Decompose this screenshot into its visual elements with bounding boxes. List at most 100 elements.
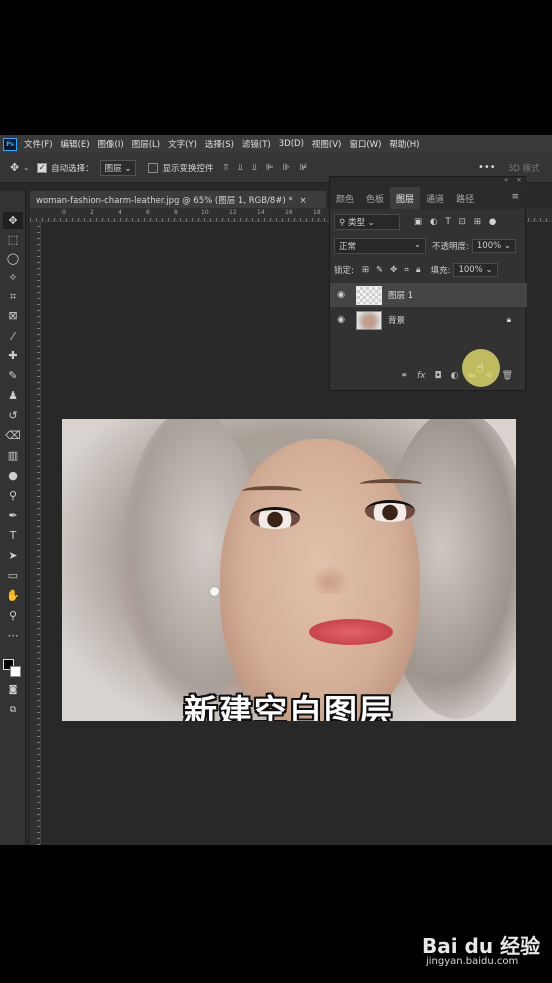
tab-color[interactable]: 颜色 xyxy=(330,187,360,209)
show-transform-checkbox[interactable] xyxy=(148,162,159,173)
menu-edit[interactable]: 编辑(E) xyxy=(61,138,90,150)
menu-bar: Ps 文件(F) 编辑(E) 图像(I) 图层(L) 文字(Y) 选择(S) 滤… xyxy=(0,135,552,153)
screen-mode-icon[interactable]: ⧉ xyxy=(3,701,23,718)
blend-mode-value: 正常 xyxy=(339,242,357,252)
path-select-icon[interactable]: ➤ xyxy=(3,547,23,564)
adjustment-layer-icon[interactable]: ◐ xyxy=(451,371,459,381)
tab-paths[interactable]: 路径 xyxy=(450,187,480,209)
more-options-icon[interactable]: ••• xyxy=(478,162,496,173)
move-tool-icon[interactable]: ✥ xyxy=(3,212,23,229)
gradient-tool-icon[interactable]: ▥ xyxy=(3,447,23,464)
menu-window[interactable]: 窗口(W) xyxy=(349,138,381,150)
close-tab-icon[interactable]: × xyxy=(299,196,306,206)
blend-row: 正常 ⌄ 不透明度: 100% ⌄ xyxy=(330,237,527,255)
filter-kind-dropdown[interactable]: ⚲ 类型 ⌄ xyxy=(334,214,400,230)
ruler-label: 4 xyxy=(118,209,122,216)
eye-icon[interactable]: ◉ xyxy=(330,290,352,300)
filter-adjust-icon[interactable]: ◐ xyxy=(430,217,437,227)
add-mask-icon[interactable]: ◘ xyxy=(435,371,442,381)
eyebrow-right xyxy=(360,479,422,489)
quick-mask-icon[interactable]: ◙ xyxy=(3,681,23,698)
lock-transparent-icon[interactable]: ⊞ xyxy=(362,265,369,275)
lock-label: 锁定: xyxy=(334,266,354,276)
filter-smart-icon[interactable]: ⊞ xyxy=(474,217,481,227)
healing-brush-icon[interactable]: ✚ xyxy=(3,347,23,364)
eyedropper-icon[interactable]: ⁄ xyxy=(3,328,23,345)
ruler-label: 12 xyxy=(229,209,237,216)
close-panel-icon[interactable]: × xyxy=(516,176,522,184)
align-vcenter-icon[interactable]: ⫫ xyxy=(238,163,243,173)
filter-toggle-icon[interactable]: ● xyxy=(489,217,496,227)
eye-icon[interactable]: ◉ xyxy=(330,315,352,325)
collapse-panel-icon[interactable]: « xyxy=(504,176,508,184)
menu-help[interactable]: 帮助(H) xyxy=(389,138,419,150)
hand-tool-icon[interactable]: ✋ xyxy=(3,587,23,604)
panel-menu-icon[interactable]: ≡ xyxy=(511,187,527,209)
zoom-tool-icon[interactable]: ⚲ xyxy=(3,607,23,624)
lock-paint-icon[interactable]: ✎ xyxy=(376,265,383,275)
menu-type[interactable]: 文字(Y) xyxy=(168,138,197,150)
lock-position-icon[interactable]: ✥ xyxy=(390,265,397,275)
document-title: woman-fashion-charm-leather.jpg @ 65% (图… xyxy=(36,196,293,206)
filter-type-icon[interactable]: T xyxy=(445,217,450,227)
auto-select-value: 图层 xyxy=(104,163,122,174)
shape-tool-icon[interactable]: ▭ xyxy=(3,567,23,584)
align-top-icon[interactable]: ⫪ xyxy=(223,163,228,173)
auto-select-checkbox[interactable]: ✓ xyxy=(37,162,48,173)
pen-tool-icon[interactable]: ✒ xyxy=(3,507,23,524)
menu-select[interactable]: 选择(S) xyxy=(205,138,234,150)
menu-file[interactable]: 文件(F) xyxy=(24,138,53,150)
magic-wand-icon[interactable]: ✧ xyxy=(3,269,23,286)
tab-layers[interactable]: 图层 xyxy=(390,187,421,209)
menu-filter[interactable]: 滤镜(T) xyxy=(242,138,271,150)
filter-shape-icon[interactable]: ⊡ xyxy=(459,217,466,227)
layer-name[interactable]: 背景 xyxy=(388,314,405,326)
type-tool-icon[interactable]: T xyxy=(3,527,23,544)
3d-mode-label: 3D 模式 xyxy=(508,163,540,174)
tab-channels[interactable]: 通道 xyxy=(420,187,450,209)
marquee-tool-icon[interactable]: ⬚ xyxy=(3,231,23,248)
background-color-swatch[interactable] xyxy=(10,666,21,677)
distribute-h-icon[interactable]: ⊯ xyxy=(299,163,307,173)
vertical-ruler[interactable] xyxy=(30,222,41,845)
align-left-icon[interactable]: ⊫ xyxy=(266,163,274,173)
align-bottom-icon[interactable]: ⫫ xyxy=(252,163,257,173)
opacity-field[interactable]: 100% ⌄ xyxy=(471,239,517,253)
canvas-image[interactable]: 新建空白图层 xyxy=(62,419,516,721)
frame-tool-icon[interactable]: ⊠ xyxy=(3,307,23,324)
menu-3d[interactable]: 3D(D) xyxy=(279,139,304,149)
lock-artboard-icon[interactable]: ⌗ xyxy=(404,265,409,275)
layer-name[interactable]: 图层 1 xyxy=(388,289,413,301)
opacity-label: 不透明度: xyxy=(432,242,469,252)
blend-mode-dropdown[interactable]: 正常 ⌄ xyxy=(334,238,426,254)
eraser-icon[interactable]: ⌫ xyxy=(3,427,23,444)
lock-all-icon[interactable]: 🔒︎ xyxy=(416,265,421,275)
menu-image[interactable]: 图像(I) xyxy=(98,138,124,150)
baidu-watermark: Bai du 经验 jingyan.baidu.com xyxy=(422,930,542,978)
filter-pixel-icon[interactable]: ▣ xyxy=(414,217,422,227)
menu-view[interactable]: 视图(V) xyxy=(312,138,341,150)
delete-layer-icon[interactable]: 🗑︎ xyxy=(502,371,513,381)
clone-stamp-icon[interactable]: ♟ xyxy=(3,387,23,404)
tab-swatches[interactable]: 色板 xyxy=(360,187,390,209)
ruler-label: 14 xyxy=(257,209,265,216)
crop-tool-icon[interactable]: ⌗ xyxy=(3,288,23,305)
link-layers-icon[interactable]: ⚭ xyxy=(400,371,408,381)
more-tools-icon[interactable]: ⋯ xyxy=(3,627,23,644)
menu-layer[interactable]: 图层(L) xyxy=(132,138,160,150)
layer-row[interactable]: ◉ 图层 1 xyxy=(330,283,527,307)
layer-row[interactable]: ◉ 背景 🔒︎ xyxy=(330,308,527,332)
distribute-icon[interactable]: ⊪ xyxy=(283,163,291,173)
history-brush-icon[interactable]: ↺ xyxy=(3,407,23,424)
dodge-tool-icon[interactable]: ⚲ xyxy=(3,487,23,504)
fx-icon[interactable]: fx xyxy=(417,371,426,381)
document-tab[interactable]: woman-fashion-charm-leather.jpg @ 65% (图… xyxy=(30,191,326,208)
move-tool-icon[interactable]: ✥ xyxy=(10,161,19,174)
subtitle-caption: 新建空白图层 xyxy=(184,692,394,721)
brush-tool-icon[interactable]: ✎ xyxy=(3,367,23,384)
auto-select-dropdown[interactable]: 图层 ⌄ xyxy=(99,159,137,176)
fill-field[interactable]: 100% ⌄ xyxy=(453,263,498,277)
chevron-down-icon[interactable]: ⌄ xyxy=(23,164,29,172)
lasso-tool-icon[interactable]: ◯ xyxy=(3,250,23,267)
blur-tool-icon[interactable]: ● xyxy=(3,467,23,484)
